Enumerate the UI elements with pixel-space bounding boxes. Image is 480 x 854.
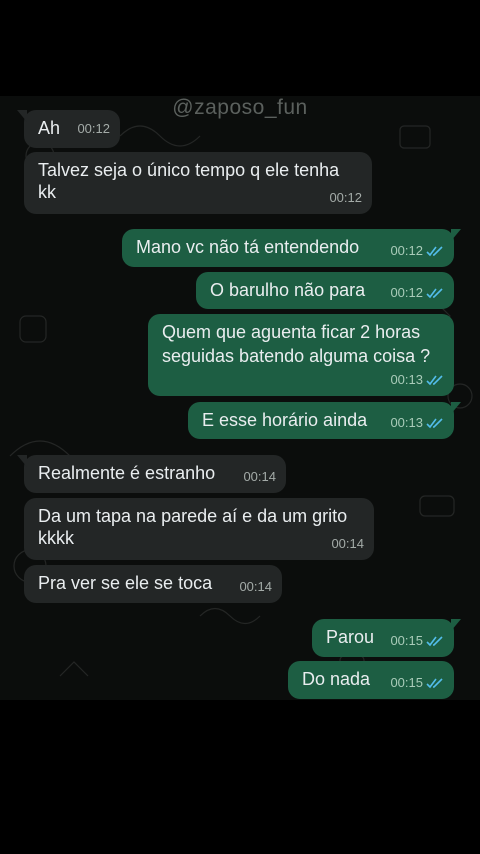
message-time: 00:15 (390, 633, 423, 648)
message-time: 00:13 (390, 415, 423, 430)
message-bubble-incoming[interactable]: Talvez seja o único tempo q ele tenha kk… (24, 152, 372, 214)
message-bubble-outgoing[interactable]: E esse horário ainda 00:13 (188, 402, 461, 439)
message-time: 00:12 (329, 190, 362, 205)
double-check-read-icon (426, 287, 443, 298)
message-bubble-outgoing[interactable]: Do nada 00:15 (288, 661, 454, 699)
message-bubble-outgoing[interactable]: Mano vc não tá entendendo 00:12 (122, 229, 461, 267)
message-bubble-outgoing[interactable]: O barulho não para 00:12 (196, 272, 454, 309)
message-text: Talvez seja o único tempo q ele tenha kk (38, 160, 340, 202)
message-bubble-outgoing[interactable]: Quem que aguenta ficar 2 horas seguidas … (148, 314, 454, 396)
double-check-read-icon (426, 374, 443, 385)
message-time: 00:15 (390, 675, 423, 690)
message-text: Quem que aguenta ficar 2 horas seguidas … (162, 322, 431, 366)
message-text: Realmente é estranho (38, 463, 216, 483)
message-time: 00:12 (77, 121, 110, 136)
message-time: 00:14 (331, 536, 364, 551)
message-text: Pra ver se ele se toca (38, 573, 213, 593)
message-time: 00:14 (239, 579, 272, 594)
message-time: 00:12 (390, 285, 423, 300)
message-bubble-incoming[interactable]: Pra ver se ele se toca 00:14 (24, 565, 282, 603)
message-time: 00:13 (390, 372, 423, 387)
message-text: Da um tapa na parede aí e da um grito kk… (38, 506, 348, 548)
message-bubble-outgoing[interactable]: Parou 00:15 (312, 619, 461, 657)
double-check-read-icon (426, 245, 443, 256)
message-bubble-incoming[interactable]: Da um tapa na parede aí e da um grito kk… (24, 498, 374, 560)
double-check-read-icon (426, 635, 443, 646)
message-bubble-incoming[interactable]: Realmente é estranho 00:14 (17, 455, 286, 493)
message-time: 00:12 (390, 243, 423, 258)
double-check-read-icon (426, 417, 443, 428)
message-bubble-incoming[interactable]: Ah 00:12 (17, 110, 120, 148)
message-time: 00:14 (243, 469, 276, 484)
double-check-read-icon (426, 677, 443, 688)
